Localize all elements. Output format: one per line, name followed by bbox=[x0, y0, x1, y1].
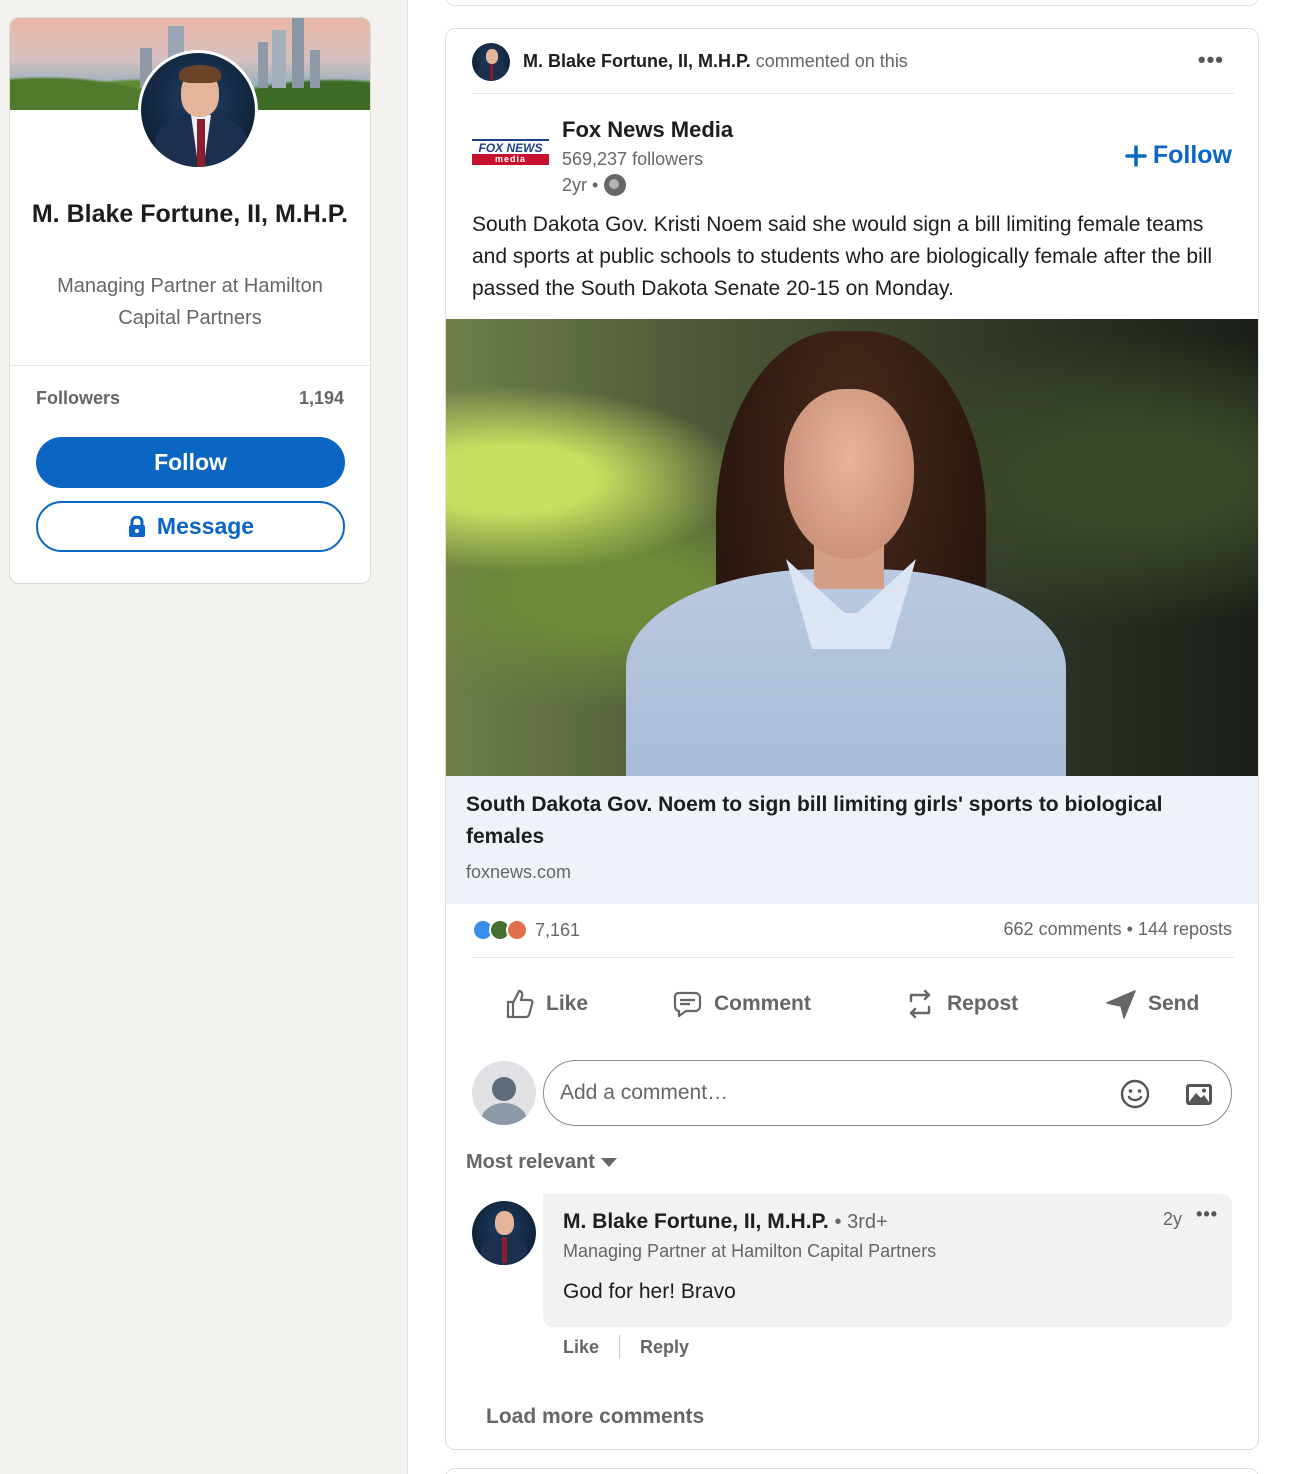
profile-avatar[interactable] bbox=[138, 50, 258, 170]
comment-actions: Like Reply bbox=[563, 1335, 689, 1359]
ellipsis-icon: ••• bbox=[1197, 47, 1224, 72]
profile-card: M. Blake Fortune, II, M.H.P. Managing Pa… bbox=[9, 17, 371, 584]
send-icon bbox=[1106, 990, 1136, 1019]
comment-item: M. Blake Fortune, II, M.H.P. • 3rd+ Mana… bbox=[543, 1194, 1232, 1327]
follow-button[interactable]: Follow bbox=[36, 437, 345, 488]
article-source: foxnews.com bbox=[466, 862, 572, 882]
context-action: commented on this bbox=[755, 51, 908, 71]
message-button[interactable]: Message bbox=[36, 501, 345, 552]
comment-author-headline: Managing Partner at Hamilton Capital Par… bbox=[563, 1241, 937, 1261]
plus-icon bbox=[1125, 144, 1147, 167]
fox-news-logo[interactable]: FOX NEWS media bbox=[472, 139, 549, 165]
post-menu-button[interactable]: ••• bbox=[1198, 47, 1224, 73]
comment-label: Comment bbox=[714, 992, 811, 1015]
next-post-card bbox=[445, 1468, 1259, 1474]
globe-icon bbox=[604, 174, 627, 196]
love-reaction-icon bbox=[506, 919, 528, 941]
followers-count: 1,194 bbox=[298, 388, 344, 408]
article-title[interactable]: South Dakota Gov. Noem to sign bill limi… bbox=[466, 789, 1236, 853]
connection-degree: • 3rd+ bbox=[834, 1211, 888, 1233]
follow-author-button[interactable]: Follow bbox=[1125, 141, 1232, 170]
feed-post: M. Blake Fortune, II, M.H.P. commented o… bbox=[445, 28, 1259, 1450]
comment-reply-button[interactable]: Reply bbox=[640, 1337, 689, 1358]
reaction-count: 7,161 bbox=[535, 919, 581, 940]
comment-text: God for her! Bravo bbox=[563, 1280, 736, 1303]
load-more-comments-button[interactable]: Load more comments bbox=[486, 1405, 704, 1429]
current-user-avatar[interactable] bbox=[472, 1061, 536, 1125]
comment-sort-dropdown[interactable]: Most relevant bbox=[466, 1151, 617, 1174]
comment-author-name[interactable]: M. Blake Fortune, II, M.H.P. bbox=[563, 1210, 829, 1233]
article-image[interactable] bbox=[446, 319, 1258, 776]
post-body-text: South Dakota Gov. Kristi Noem said she w… bbox=[472, 213, 1213, 300]
previous-post-card bbox=[445, 0, 1259, 6]
followers-label: Followers bbox=[36, 388, 121, 408]
emoji-icon[interactable] bbox=[1119, 1078, 1151, 1110]
post-author-followers: 569,237 followers bbox=[562, 149, 704, 169]
repost-icon bbox=[909, 989, 931, 1019]
comment-input[interactable] bbox=[560, 1073, 1100, 1113]
lock-icon bbox=[128, 515, 145, 537]
follow-author-label: Follow bbox=[1152, 141, 1232, 169]
send-label: Send bbox=[1148, 992, 1200, 1015]
count-separator: • bbox=[1126, 919, 1133, 939]
post-context: M. Blake Fortune, II, M.H.P. commented o… bbox=[523, 51, 908, 72]
comment-icon bbox=[673, 991, 702, 1018]
message-button-label: Message bbox=[156, 513, 255, 539]
divider bbox=[472, 957, 1234, 958]
profile-headline: Managing Partner at Hamilton Capital Par… bbox=[57, 275, 323, 329]
article-link-preview[interactable]: South Dakota Gov. Noem to sign bill limi… bbox=[446, 776, 1258, 904]
send-button[interactable]: Send bbox=[1104, 984, 1199, 1024]
reposts-count[interactable]: 144 reposts bbox=[1138, 919, 1232, 939]
context-actor-avatar[interactable] bbox=[472, 43, 510, 81]
context-actor-name[interactable]: M. Blake Fortune, II, M.H.P. bbox=[523, 51, 751, 71]
post-meta: 2yr • bbox=[562, 174, 627, 196]
comment-box[interactable] bbox=[543, 1060, 1232, 1126]
divider bbox=[10, 365, 370, 366]
repost-button[interactable]: Repost bbox=[903, 984, 1018, 1024]
post-age: 2yr • bbox=[562, 174, 599, 195]
comment-menu-button[interactable]: ••• bbox=[1196, 1204, 1218, 1225]
comment-time: 2y bbox=[1162, 1209, 1182, 1229]
caret-down-icon bbox=[600, 1158, 617, 1167]
social-counts: 662 comments • 144 reposts bbox=[1004, 919, 1232, 940]
comment-button[interactable]: Comment bbox=[670, 984, 811, 1024]
divider bbox=[619, 1335, 621, 1359]
sort-label: Most relevant bbox=[466, 1151, 595, 1173]
thumbs-up-icon bbox=[506, 989, 534, 1019]
comments-count[interactable]: 662 comments bbox=[1004, 919, 1122, 939]
follow-button-label: Follow bbox=[154, 449, 227, 475]
comment-like-button[interactable]: Like bbox=[563, 1337, 599, 1358]
like-label: Like bbox=[546, 992, 589, 1015]
post-author-name[interactable]: Fox News Media bbox=[562, 117, 733, 143]
comment-author: M. Blake Fortune, II, M.H.P. • 3rd+ bbox=[563, 1210, 888, 1234]
commenter-avatar[interactable] bbox=[472, 1201, 536, 1265]
divider bbox=[472, 93, 1234, 94]
repost-label: Repost bbox=[947, 992, 1019, 1015]
like-button[interactable]: Like bbox=[502, 984, 588, 1024]
reactions-summary[interactable]: 7,161 bbox=[472, 919, 580, 941]
profile-name[interactable]: M. Blake Fortune, II, M.H.P. bbox=[30, 195, 350, 233]
ellipsis-icon: ••• bbox=[1196, 1204, 1218, 1224]
image-icon[interactable] bbox=[1183, 1078, 1215, 1110]
